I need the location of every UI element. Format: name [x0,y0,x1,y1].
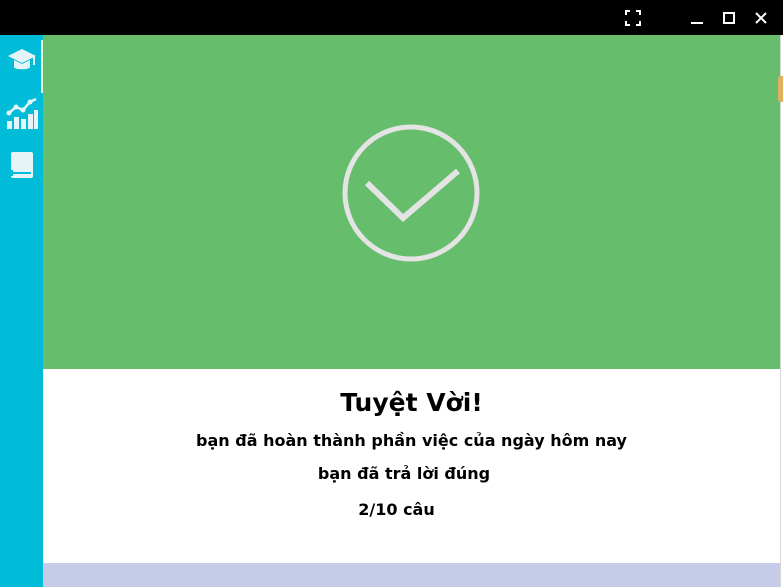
sidebar-item-book[interactable] [0,145,43,189]
graduation-cap-icon [7,46,37,78]
edge-marker [778,76,783,102]
maximize-icon [722,11,736,25]
maximize-button[interactable] [713,0,745,35]
result-message: bạn đã hoàn thành phần việc của ngày hôm… [196,431,627,450]
fullscreen-button[interactable] [617,0,649,35]
success-banner [43,35,780,369]
close-button[interactable] [745,0,777,35]
result-score: 2/10 câu [358,500,435,519]
check-circle-icon [341,123,481,263]
minimize-icon [690,11,704,25]
result-correct-label: bạn đã trả lời đúng [317,464,491,483]
minimize-button[interactable] [681,0,713,35]
sidebar-item-learn[interactable] [0,40,43,93]
result-title: Tuyệt Vời! [340,388,483,417]
statistics-chart-icon [5,96,39,134]
sidebar-item-statistics[interactable] [0,93,43,137]
result-panel: Tuyệt Vời! bạn đã hoàn thành phần việc c… [43,35,780,587]
bottom-band [43,563,780,587]
close-icon [754,11,768,25]
sidebar [0,35,43,587]
book-icon [10,151,34,183]
fullscreen-icon [625,9,641,26]
title-bar [0,0,783,35]
